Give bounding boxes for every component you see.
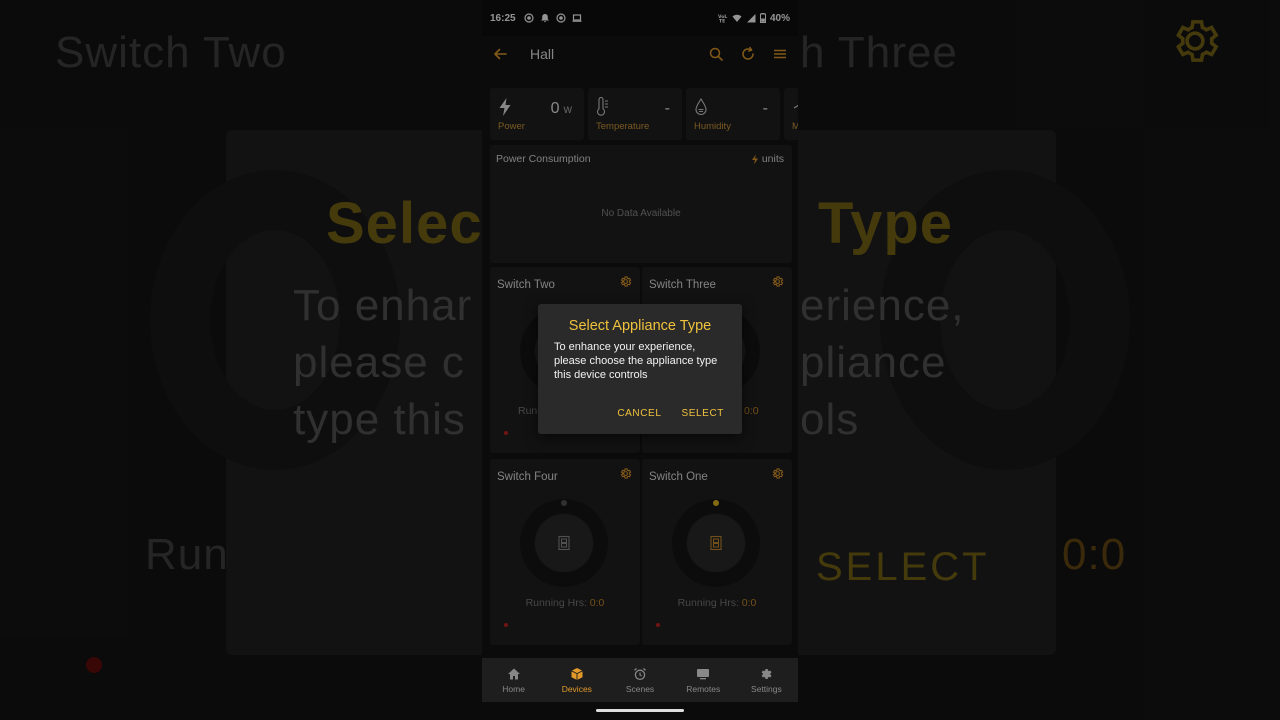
nav-home[interactable]: Home xyxy=(482,658,545,702)
nav-label: Devices xyxy=(561,684,592,694)
nav-label: Home xyxy=(502,684,525,694)
box-icon xyxy=(571,668,583,680)
phone-screen: 16:25 VoL TE 40% Hall 0 W Power - Temper… xyxy=(482,0,798,720)
nav-devices[interactable]: Devices xyxy=(545,658,608,702)
gesture-bar[interactable] xyxy=(596,709,684,712)
alarm-icon xyxy=(634,668,646,681)
nav-scenes[interactable]: Scenes xyxy=(608,658,671,702)
nav-label: Remotes xyxy=(686,684,721,694)
cancel-button[interactable]: CANCEL xyxy=(617,408,661,419)
dialog-title: Select Appliance Type xyxy=(568,318,712,334)
dialog-actions: CANCEL SELECT xyxy=(617,408,724,419)
select-appliance-dialog: Select Appliance Type To enhance your ex… xyxy=(538,304,742,434)
nav-settings[interactable]: Settings xyxy=(735,658,798,702)
tv-icon xyxy=(697,669,710,680)
nav-label: Settings xyxy=(751,684,782,694)
nav-remotes[interactable]: Remotes xyxy=(672,658,735,702)
dialog-message: To enhance your experience, please choos… xyxy=(554,341,718,381)
dim-right xyxy=(798,0,1280,720)
home-icon xyxy=(507,668,520,680)
nav-label: Scenes xyxy=(625,684,655,694)
bottom-nav: Home Devices Scenes Remotes Settings xyxy=(482,658,798,702)
select-button[interactable]: SELECT xyxy=(681,408,724,419)
dim-left xyxy=(0,0,482,720)
screen: Switch Two h Three Selec Type To enhar e… xyxy=(0,0,1280,720)
gear-icon xyxy=(762,669,772,679)
